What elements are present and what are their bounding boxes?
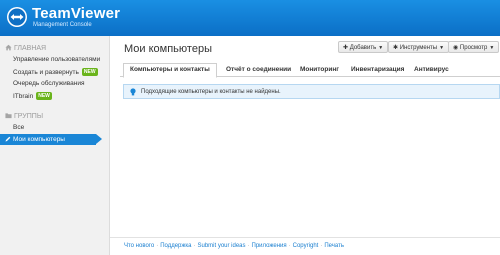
- sidebar-item-itbrain[interactable]: ITbrain NEW: [13, 92, 52, 100]
- tab-bar: Компьютеры и контакты Отчёт о соединении…: [120, 63, 500, 78]
- footer-divider: [110, 237, 500, 238]
- page-title: Мои компьютеры: [124, 43, 212, 55]
- footer-links: Что нового · Поддержка · Submit your ideas · П…: [124, 243, 344, 249]
- view-button[interactable]: ◉ Просмотр ▼: [448, 41, 500, 53]
- app-header: TeamViewer Management Console: [0, 0, 500, 36]
- brand-name: TeamViewer: [32, 5, 121, 22]
- view-button-label: Просмотр: [459, 45, 488, 51]
- sidebar-item-label: Очередь обслуживания: [13, 80, 85, 87]
- brand-subtitle: Management Console: [33, 22, 92, 28]
- sidebar-item-label: Мои компьютеры: [13, 135, 65, 143]
- footer-link-submit-ideas[interactable]: Submit your ideas: [198, 243, 246, 249]
- tab-connection-report[interactable]: Отчёт о соединении: [226, 66, 291, 73]
- sidebar-section-groups: ГРУППЫ: [5, 112, 43, 120]
- sidebar-section-groups-label: ГРУППЫ: [14, 113, 44, 120]
- sidebar-section-main: ГЛАВНАЯ: [5, 44, 46, 52]
- pencil-icon[interactable]: [5, 136, 11, 142]
- sidebar-item-label: ITbrain: [13, 93, 34, 100]
- footer-separator: ·: [247, 243, 250, 249]
- tab-antivirus[interactable]: Антивирус: [414, 66, 449, 73]
- new-badge: NEW: [81, 68, 98, 76]
- footer-link-apps[interactable]: Приложения: [252, 243, 287, 249]
- sidebar-group-my-computers[interactable]: Мои компьютеры: [0, 134, 102, 145]
- folder-icon: [5, 113, 12, 119]
- sidebar-section-main-label: ГЛАВНАЯ: [14, 45, 47, 52]
- footer-link-copyright[interactable]: Copyright: [293, 243, 319, 249]
- sidebar-item-label: Все: [13, 124, 25, 131]
- info-message-text: Подходящие компьютеры и контакты не найд…: [141, 89, 281, 95]
- sidebar-group-all[interactable]: Все: [13, 124, 24, 131]
- tools-button[interactable]: ✱ Инструменты ▼: [388, 41, 450, 53]
- main-content: Мои компьютеры ✚ Добавить ▼ ✱ Инструменты…: [110, 36, 500, 255]
- new-badge: NEW: [36, 92, 52, 100]
- add-button-label: Добавить: [349, 45, 377, 51]
- sidebar-item-create-deploy[interactable]: Создать и развернуть NEW: [13, 68, 98, 76]
- sidebar-item-user-management[interactable]: Управление пользователями: [13, 56, 100, 63]
- chevron-down-icon: ▼: [378, 45, 384, 51]
- tab-inventory[interactable]: Инвентаризация: [351, 66, 404, 73]
- chevron-down-icon: ▼: [439, 45, 445, 51]
- footer-separator: ·: [320, 243, 323, 249]
- sidebar: ГЛАВНАЯ Управление пользователями Создат…: [0, 36, 110, 255]
- gear-icon: ✱: [393, 45, 399, 51]
- footer-link-print[interactable]: Печать: [324, 243, 344, 249]
- footer-separator: ·: [288, 243, 291, 249]
- sidebar-item-label: Управление пользователями: [13, 56, 101, 63]
- footer-separator: ·: [193, 243, 196, 249]
- add-button[interactable]: ✚ Добавить ▼: [338, 41, 389, 53]
- footer-separator: ·: [156, 243, 159, 249]
- footer-link-support[interactable]: Поддержка: [160, 243, 191, 249]
- tools-button-label: Инструменты: [399, 45, 438, 51]
- sidebar-item-service-queue[interactable]: Очередь обслуживания: [13, 80, 84, 87]
- tab-computers-contacts[interactable]: Компьютеры и контакты: [130, 66, 210, 73]
- tab-monitoring[interactable]: Мониторинг: [300, 66, 339, 73]
- info-message: Подходящие компьютеры и контакты не найд…: [123, 84, 500, 99]
- chevron-down-icon: ▼: [489, 45, 495, 51]
- footer-link-whats-new[interactable]: Что нового: [124, 243, 154, 249]
- eye-icon: ◉: [453, 45, 459, 51]
- home-icon: [5, 44, 12, 51]
- lightbulb-icon: [130, 88, 136, 96]
- teamviewer-logo-icon: [7, 7, 27, 27]
- plus-icon: ✚: [343, 45, 349, 51]
- sidebar-item-label: Создать и развернуть: [13, 69, 79, 76]
